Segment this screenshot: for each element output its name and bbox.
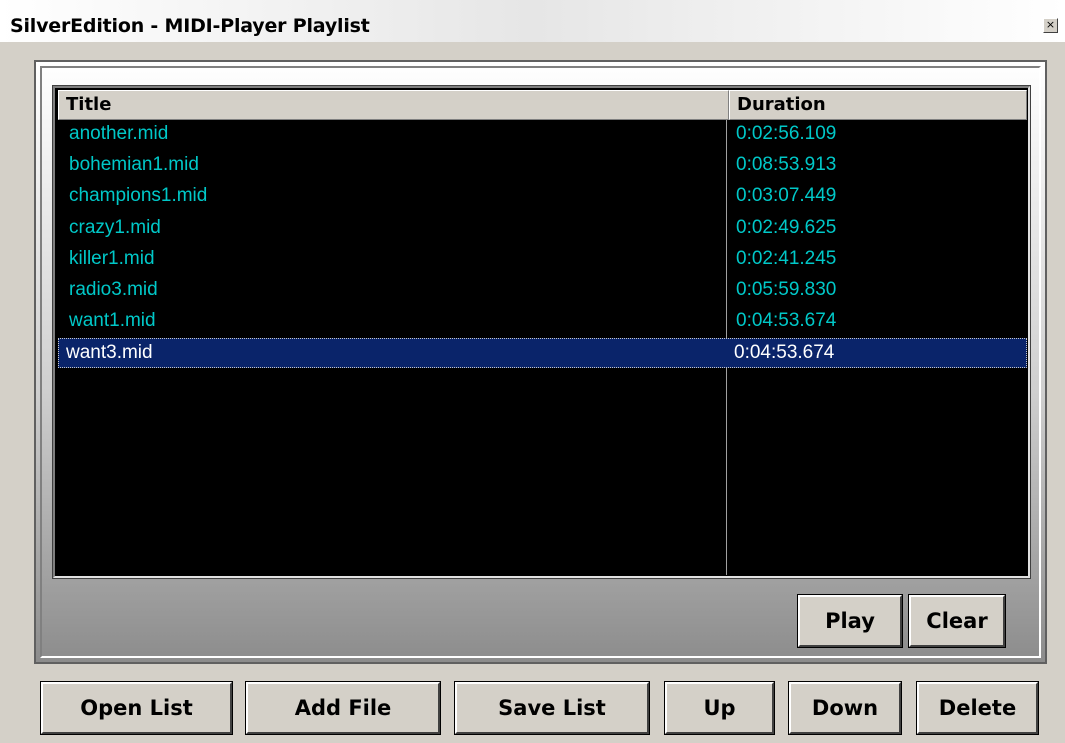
playlist-listview[interactable]: Title Duration another.mid 0:02:56.109 boh… <box>52 85 1031 579</box>
table-row[interactable]: champions1.mid 0:03:07.449 <box>58 182 1027 212</box>
row-title-cell: killer1.mid <box>69 247 155 269</box>
row-duration-cell: 0:04:53.674 <box>734 342 835 364</box>
row-title-cell: want1.mid <box>69 310 156 332</box>
open-list-button[interactable]: Open List <box>40 681 233 735</box>
table-row[interactable]: want1.mid 0:04:53.674 <box>58 307 1027 337</box>
playlist-window: SilverEdition - MIDI-Player Playlist × T… <box>0 0 1065 743</box>
table-row[interactable]: crazy1.mid 0:02:49.625 <box>58 214 1027 244</box>
save-list-button-label: Save List <box>498 696 606 720</box>
table-row[interactable]: want3.mid 0:04:53.674 <box>58 338 1027 369</box>
row-title-cell: champions1.mid <box>69 185 208 207</box>
list-header: Title Duration <box>58 90 1027 120</box>
column-header-duration[interactable]: Duration <box>729 90 1027 120</box>
down-button[interactable]: Down <box>788 681 902 735</box>
window-title: SilverEdition - MIDI-Player Playlist <box>10 15 370 37</box>
clear-button[interactable]: Clear <box>908 594 1006 648</box>
title-bar[interactable]: SilverEdition - MIDI-Player Playlist × <box>0 0 1065 42</box>
add-file-button[interactable]: Add File <box>245 681 441 735</box>
row-title-cell: another.mid <box>69 123 169 144</box>
table-row[interactable]: another.mid 0:02:56.109 <box>58 120 1027 150</box>
table-row[interactable]: killer1.mid 0:02:41.245 <box>58 245 1027 275</box>
row-duration-cell: 0:05:59.830 <box>736 279 837 300</box>
down-button-label: Down <box>811 696 879 720</box>
row-duration-cell: 0:03:07.449 <box>736 185 837 207</box>
row-title-cell: crazy1.mid <box>69 216 161 238</box>
up-button-label: Up <box>703 696 736 720</box>
add-file-button-label: Add File <box>294 696 392 720</box>
column-header-title[interactable]: Title <box>58 90 729 120</box>
row-title-cell: bohemian1.mid <box>69 154 199 176</box>
row-duration-cell: 0:02:41.245 <box>736 247 837 269</box>
table-row[interactable]: bohemian1.mid 0:08:53.913 <box>58 151 1027 181</box>
delete-button-label: Delete <box>938 696 1017 720</box>
play-button-label: Play <box>825 609 875 633</box>
play-button[interactable]: Play <box>797 594 903 648</box>
up-button[interactable]: Up <box>664 681 775 735</box>
row-title-cell: want3.mid <box>66 342 153 364</box>
save-list-button[interactable]: Save List <box>454 681 650 735</box>
row-duration-cell: 0:04:53.674 <box>736 310 837 332</box>
row-duration-cell: 0:02:56.109 <box>736 123 837 144</box>
close-icon[interactable]: × <box>1043 18 1058 33</box>
clear-button-label: Clear <box>926 609 988 633</box>
table-row[interactable]: radio3.mid 0:05:59.830 <box>58 276 1027 306</box>
delete-button[interactable]: Delete <box>916 681 1039 735</box>
open-list-button-label: Open List <box>80 696 193 720</box>
row-title-cell: radio3.mid <box>69 279 158 300</box>
row-duration-cell: 0:02:49.625 <box>736 216 837 238</box>
row-duration-cell: 0:08:53.913 <box>736 154 837 176</box>
